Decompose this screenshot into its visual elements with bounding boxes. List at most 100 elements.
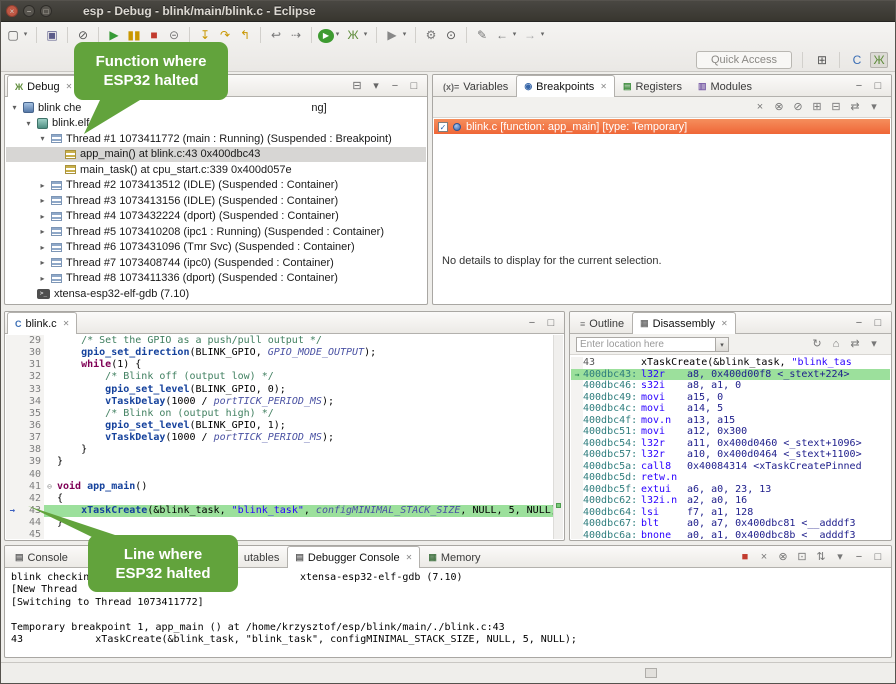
remove-all-breakpoints-icon[interactable]: ⊗: [772, 100, 786, 114]
last-edit-location-icon[interactable]: ✎: [473, 27, 491, 43]
fold-collapse-icon[interactable]: ⊖: [44, 481, 55, 493]
new-wizard-icon-caret[interactable]: ▾: [21, 27, 30, 43]
maximize-view-icon[interactable]: □: [871, 316, 885, 330]
maximize-view-icon[interactable]: □: [407, 79, 421, 93]
line-number[interactable]: 29: [19, 335, 44, 347]
line-number[interactable]: 32: [19, 371, 44, 383]
debug-tree-item[interactable]: ▸Thread #3 1073413156 (IDLE) (Suspended …: [6, 193, 426, 209]
disassembly-line[interactable]: 400dbc4c:movia14, 5: [571, 403, 890, 415]
debug-icon[interactable]: Ж: [344, 27, 362, 43]
save-icon[interactable]: ▣: [43, 27, 61, 43]
maximize-view-icon[interactable]: □: [871, 79, 885, 93]
minimize-view-icon[interactable]: −: [852, 79, 866, 93]
debug-tree-item[interactable]: ▸Thread #2 1073413512 (IDLE) (Suspended …: [6, 178, 426, 194]
breakpoint-item[interactable]: ✓ blink.c [function: app_main] [type: Te…: [434, 119, 890, 134]
debug-tree-item[interactable]: ▸Thread #7 1073408744 (ipc0) (Suspended …: [6, 255, 426, 271]
disconnect-icon[interactable]: ⊝: [165, 27, 183, 43]
tab-blink-c[interactable]: Cblink.c✕: [7, 312, 77, 334]
breakpoints-view-menu-icon[interactable]: ▾: [867, 100, 881, 114]
expand-arrow-icon[interactable]: ▸: [38, 243, 47, 252]
console-view-menu-icon[interactable]: ▾: [833, 550, 847, 564]
tab-debugger-console[interactable]: ▤Debugger Console✕: [287, 546, 420, 568]
link-with-debug-view-icon[interactable]: ⇄: [848, 100, 862, 114]
disassembly-line[interactable]: 400dbc4f:mov.na13, a15: [571, 415, 890, 427]
code-text[interactable]: while(1) {: [55, 359, 554, 371]
disassembly-line[interactable]: 400dbc49:movia15, 0: [571, 392, 890, 404]
collapse-arrow-icon[interactable]: ▾: [10, 103, 19, 112]
remove-breakpoint-icon[interactable]: ×: [753, 100, 767, 114]
minimize-view-icon[interactable]: −: [852, 316, 866, 330]
disassembly-line[interactable]: 400dbc5d:retw.n: [571, 472, 890, 484]
line-number[interactable]: 36: [19, 420, 44, 432]
line-number[interactable]: 30: [19, 347, 44, 359]
drop-to-frame-icon[interactable]: ↩: [267, 27, 285, 43]
expand-arrow-icon[interactable]: ▸: [38, 212, 47, 221]
code-text[interactable]: gpio_set_level(BLINK_GPIO, 0);: [55, 384, 554, 396]
debug-tree-item[interactable]: ▸Thread #5 1073410208 (ipc1 : Running) (…: [6, 224, 426, 240]
close-tab-icon[interactable]: ✕: [406, 553, 413, 562]
disassembly-listing[interactable]: 43xTaskCreate(&blink_task, "blink_tas→40…: [571, 357, 890, 539]
collapse-arrow-icon[interactable]: ▾: [24, 119, 33, 128]
home-pc-icon[interactable]: ⌂: [829, 337, 843, 351]
instruction-pointer-icon[interactable]: →: [6, 505, 19, 517]
close-tab-icon[interactable]: ✕: [600, 82, 607, 91]
line-number[interactable]: 39: [19, 456, 44, 468]
tab-outline[interactable]: ≡Outline: [572, 313, 632, 333]
forward-icon[interactable]: →: [521, 27, 539, 43]
remove-launch-icon[interactable]: ×: [757, 550, 771, 564]
scroll-lock-icon[interactable]: ⇅: [814, 550, 828, 564]
window-minimize-button[interactable]: −: [23, 5, 35, 17]
resume-icon[interactable]: ▶: [105, 27, 123, 43]
expand-arrow-icon[interactable]: ▸: [38, 227, 47, 236]
code-text[interactable]: void app_main(): [55, 481, 554, 493]
back-icon[interactable]: ←: [493, 27, 511, 43]
line-number[interactable]: 38: [19, 444, 44, 456]
overview-ruler[interactable]: [553, 335, 563, 539]
debug-icon-caret[interactable]: ▾: [361, 27, 370, 43]
disassembly-location-input[interactable]: [576, 337, 716, 352]
disassembly-line[interactable]: 400dbc46:s32ia8, a1, 0: [571, 380, 890, 392]
breakpoint-checkbox[interactable]: ✓: [438, 122, 448, 132]
line-number[interactable]: 35: [19, 408, 44, 420]
debug-perspective-icon[interactable]: Ж: [870, 52, 888, 68]
debug-tree-item[interactable]: main_task() at cpu_start.c:339 0x400d057…: [6, 162, 426, 178]
disassembly-line[interactable]: →400dbc43:l32ra8, 0x400d00f8 <_stext+224…: [571, 369, 890, 381]
code-text[interactable]: /* Set the GPIO as a push/pull output */: [55, 335, 554, 347]
line-number[interactable]: 34: [19, 396, 44, 408]
disassembly-view-menu-icon[interactable]: ▾: [867, 337, 881, 351]
new-wizard-icon[interactable]: ▢: [4, 27, 22, 43]
collapse-all-icon[interactable]: ⊟: [829, 100, 843, 114]
disassembly-line[interactable]: 400dbc6a:bnonea0, a1, 0x400dbc8b <__addd…: [571, 530, 890, 540]
code-text[interactable]: /* Blink on (output high) */: [55, 408, 554, 420]
disassembly-line[interactable]: 400dbc67:blta0, a7, 0x400dbc81 <__adddf3: [571, 518, 890, 530]
close-tab-icon[interactable]: ✕: [721, 319, 728, 328]
tab-debug[interactable]: ЖDebug✕: [7, 75, 80, 97]
tab-registers[interactable]: ▤Registers: [615, 76, 690, 96]
overview-ruler-marker[interactable]: [556, 503, 561, 508]
external-tools-icon-caret[interactable]: ▾: [400, 27, 409, 43]
suspend-icon[interactable]: ▮▮: [125, 27, 143, 43]
line-number[interactable]: 40: [19, 469, 44, 481]
code-text[interactable]: gpio_set_direction(BLINK_GPIO, GPIO_MODE…: [55, 347, 554, 359]
code-text[interactable]: vTaskDelay(1000 / portTICK_PERIOD_MS);: [55, 432, 554, 444]
collapse-arrow-icon[interactable]: ▾: [38, 134, 47, 143]
debug-tree-item[interactable]: >_xtensa-esp32-elf-gdb (7.10): [6, 286, 426, 302]
disassembly-line[interactable]: 400dbc57:l32ra10, 0x400d0464 <_stext+110…: [571, 449, 890, 461]
window-maximize-button[interactable]: □: [40, 5, 52, 17]
location-dropdown-icon[interactable]: ▾: [716, 337, 729, 352]
refresh-view-icon[interactable]: ↻: [810, 337, 824, 351]
code-text[interactable]: vTaskDelay(1000 / portTICK_PERIOD_MS);: [55, 396, 554, 408]
debug-tree-item[interactable]: ▸Thread #6 1073431096 (Tmr Svc) (Suspend…: [6, 240, 426, 256]
expand-arrow-icon[interactable]: ▸: [38, 181, 47, 190]
debug-view-menu-icon[interactable]: ▾: [369, 79, 383, 93]
code-text[interactable]: }: [55, 456, 554, 468]
run-icon-caret[interactable]: ▾: [333, 27, 342, 43]
link-with-active-context-icon[interactable]: ⇄: [848, 337, 862, 351]
step-into-icon[interactable]: ↧: [196, 27, 214, 43]
step-return-icon[interactable]: ↰: [236, 27, 254, 43]
line-number[interactable]: 31: [19, 359, 44, 371]
expand-arrow-icon[interactable]: ▸: [38, 274, 47, 283]
run-icon[interactable]: ▶: [318, 29, 334, 43]
search-icon[interactable]: ⊙: [442, 27, 460, 43]
minimize-view-icon[interactable]: −: [388, 79, 402, 93]
